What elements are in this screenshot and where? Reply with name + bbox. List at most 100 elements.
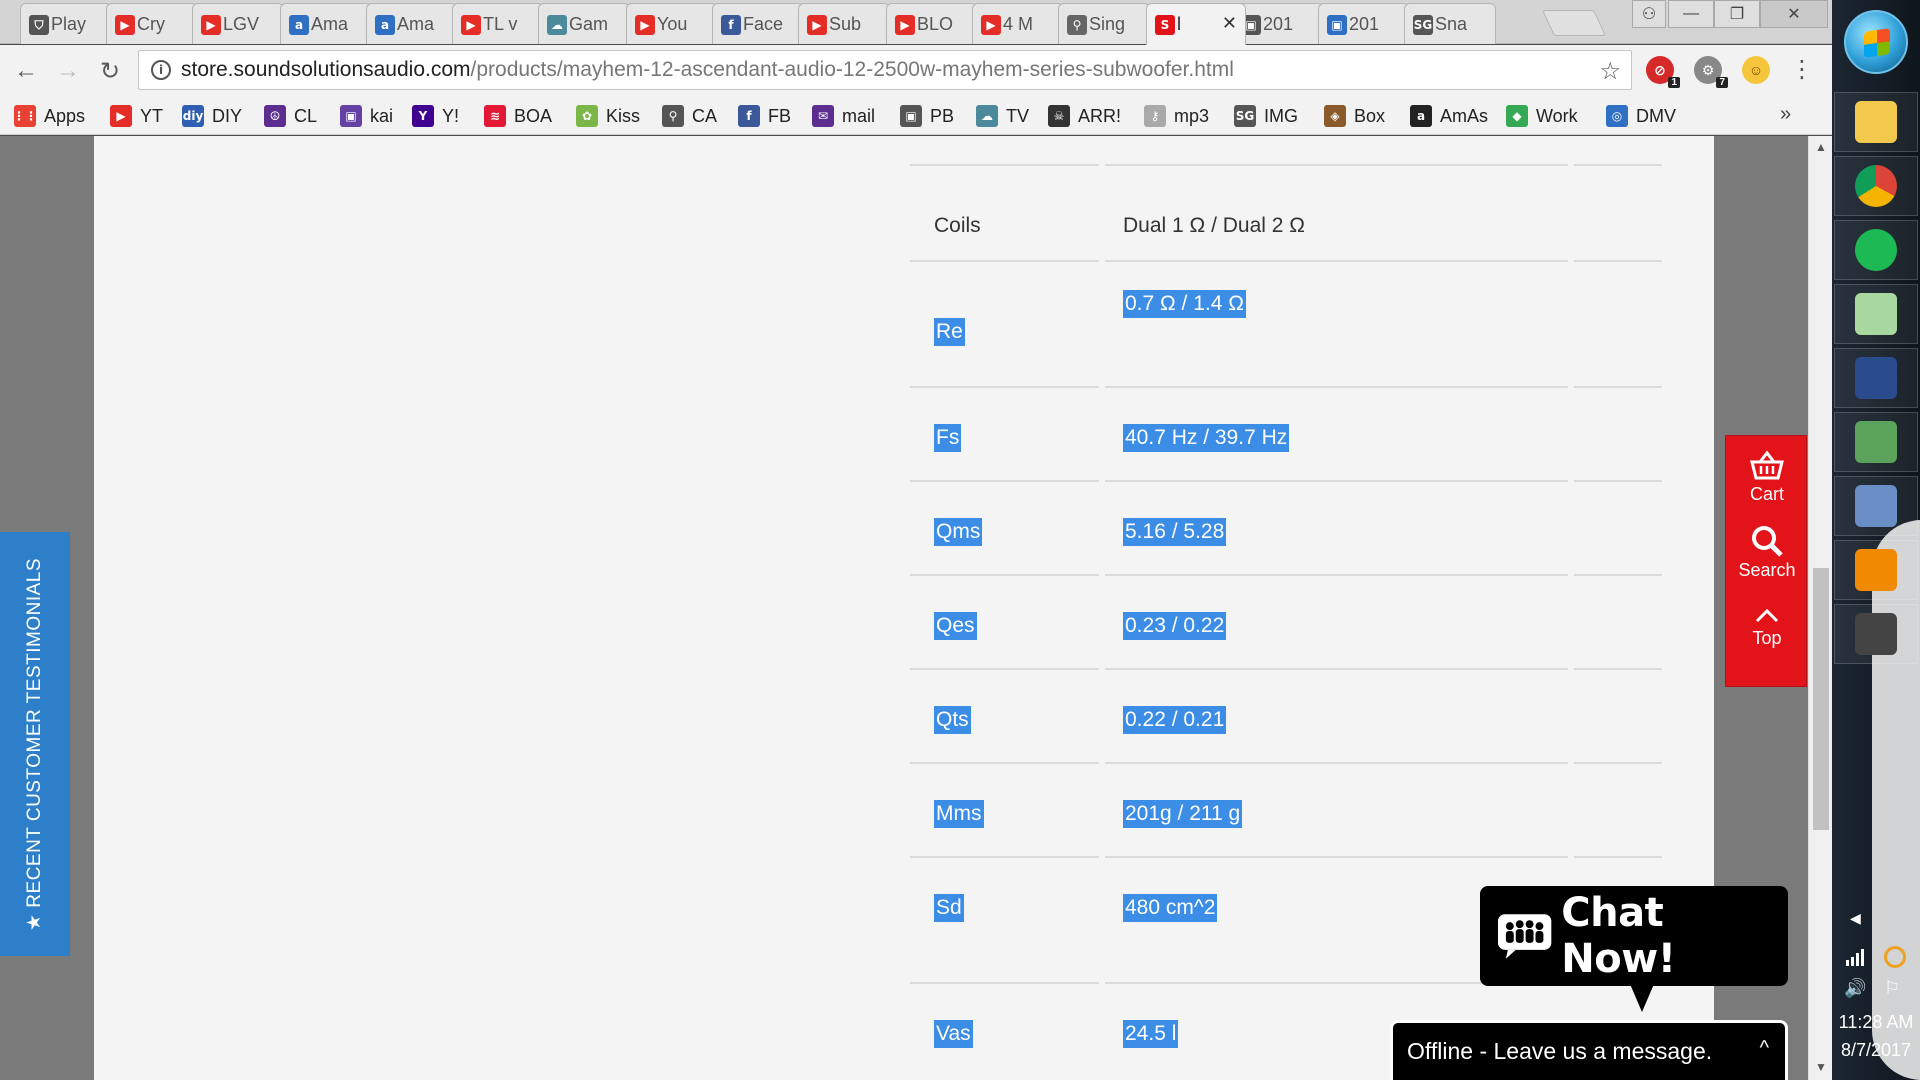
clock-time[interactable]: 11:28 AM <box>1832 1012 1920 1033</box>
bookmark-item[interactable]: ✿ Kiss <box>576 103 640 129</box>
taskbar-app[interactable] <box>1834 348 1918 408</box>
bookmark-item[interactable]: f FB <box>738 103 791 129</box>
volume-icon[interactable]: 🔊 <box>1844 978 1866 999</box>
bookmark-item[interactable]: SG IMG <box>1234 103 1298 129</box>
adblock-extension-icon[interactable]: ⊘ 1 <box>1646 56 1680 88</box>
sg-icon: SG <box>1234 105 1256 127</box>
extension-badge: 1 <box>1668 77 1680 88</box>
spec-name: Sd <box>934 894 964 922</box>
browser-tab[interactable]: ⛉ Play <box>20 3 112 44</box>
address-bar[interactable]: i store.soundsolutionsaudio.com/products… <box>138 50 1632 90</box>
bookmark-item[interactable]: ⚷ mp3 <box>1144 103 1209 129</box>
cart-button[interactable]: Cart <box>1726 450 1808 505</box>
bookmark-item[interactable]: ▣ kai <box>340 103 393 129</box>
tray-app-icon[interactable] <box>1884 946 1906 968</box>
browser-tab[interactable]: f Face <box>712 3 804 44</box>
browser-tab[interactable]: ▶ LGV <box>192 3 284 44</box>
bookmark-label: FB <box>768 105 792 126</box>
bookmark-item[interactable]: ✉ mail <box>812 103 875 129</box>
network-signal-icon[interactable] <box>1844 948 1868 966</box>
taskbar-app[interactable] <box>1834 284 1918 344</box>
reload-button[interactable]: ↻ <box>94 55 126 87</box>
bookmark-item[interactable]: ▣ PB <box>900 103 954 129</box>
taskbar-app[interactable] <box>1834 92 1918 152</box>
browser-tab[interactable]: Sl ✕ <box>1146 3 1246 45</box>
youtube-icon: ▶ <box>981 15 1001 35</box>
search-button[interactable]: Search <box>1726 524 1808 581</box>
taskbar-app[interactable] <box>1834 540 1918 600</box>
bookmark-item[interactable]: ⋮⋮ Apps <box>13 103 85 129</box>
bookmark-item[interactable]: ☠ ARR! <box>1048 103 1121 129</box>
bookmark-item[interactable]: ▶ YT <box>110 103 163 129</box>
browser-tab[interactable]: ▶ TL v <box>452 3 544 44</box>
bookmarks-overflow-button[interactable]: » <box>1780 103 1791 126</box>
tab-title: Sub <box>829 13 862 34</box>
bookmark-item[interactable]: ☮ CL <box>264 103 317 129</box>
column-gap <box>1099 260 1105 262</box>
column-gap <box>1099 164 1105 166</box>
window-close-button[interactable]: ✕ <box>1760 0 1828 28</box>
bookmark-label: CL <box>294 105 318 126</box>
browser-tab[interactable]: SG Sna <box>1404 3 1496 44</box>
extension-icon[interactable]: ⚙ 7 <box>1694 56 1728 88</box>
info-icon[interactable]: i <box>151 60 171 80</box>
emoji-extension-icon[interactable]: ☺ <box>1742 56 1770 84</box>
chevron-up-icon[interactable]: ^ <box>1760 1037 1769 1060</box>
bookmark-item[interactable]: ⚲ CA <box>662 103 717 129</box>
minimize-button[interactable]: — <box>1668 0 1714 28</box>
scroll-up-icon[interactable]: ▲ <box>1815 140 1827 154</box>
back-button[interactable]: ← <box>10 55 42 87</box>
bookmark-item[interactable]: ◆ Work <box>1506 103 1578 129</box>
diy-icon: diy <box>182 105 204 127</box>
bookmark-item[interactable]: ☁ TV <box>976 103 1029 129</box>
maps-icon: ◆ <box>1506 105 1528 127</box>
chat-now-button[interactable]: Chat Now! <box>1480 886 1788 1012</box>
action-center-flag-icon[interactable]: ⚐ <box>1884 978 1900 999</box>
taskbar-app[interactable] <box>1834 412 1918 472</box>
taskbar-app[interactable] <box>1834 476 1918 536</box>
task-manager-icon <box>1855 421 1897 463</box>
taskbar-app[interactable] <box>1834 156 1918 216</box>
kiss-icon: ✿ <box>576 105 598 127</box>
browser-tab[interactable]: ▶ Sub <box>798 3 890 44</box>
back-to-top-button[interactable]: Top <box>1726 606 1808 649</box>
browser-tab[interactable]: ▶ BLO <box>886 3 978 44</box>
bookmark-item[interactable]: a AmAs <box>1410 103 1488 129</box>
bookmark-item[interactable]: ◎ DMV <box>1606 103 1676 129</box>
tray-expand-icon[interactable]: ◀ <box>1850 910 1861 927</box>
bookmark-label: Y! <box>442 105 460 126</box>
bookmark-item[interactable]: diy DIY <box>182 103 242 129</box>
chrome-icon <box>1855 165 1897 207</box>
browser-tab[interactable]: ☁ Gam <box>538 3 630 44</box>
browser-tab[interactable]: ⚲ Sing <box>1058 3 1150 44</box>
tab-close-icon[interactable]: ✕ <box>1222 13 1237 34</box>
browser-tab[interactable]: ▣ 201 <box>1318 3 1410 44</box>
taskbar-app[interactable] <box>1834 604 1918 664</box>
bookmark-item[interactable]: ≋ BOA <box>484 103 552 129</box>
scroll-down-icon[interactable]: ▼ <box>1815 1060 1827 1074</box>
taskbar-app[interactable] <box>1834 220 1918 280</box>
start-button[interactable] <box>1844 10 1908 74</box>
maximize-button[interactable]: ❐ <box>1714 0 1760 28</box>
amazon-icon: a <box>375 15 395 35</box>
scrollbar-thumb[interactable] <box>1813 568 1829 830</box>
bookmark-item[interactable]: ◈ Box <box>1324 103 1385 129</box>
menu-icon[interactable]: ⋮ <box>1790 55 1814 84</box>
forward-button[interactable]: → <box>52 55 84 87</box>
clock-date[interactable]: 8/7/2017 <box>1832 1040 1920 1061</box>
bookmark-star-icon[interactable]: ☆ <box>1599 57 1621 86</box>
browser-tab[interactable]: a Ama <box>366 3 458 44</box>
customer-testimonials-tab[interactable]: ★ RECENT CUSTOMER TESTIMONIALS <box>0 532 70 956</box>
chat-offline-bar[interactable]: Offline - Leave us a message. ^ <box>1390 1020 1788 1080</box>
browser-tab[interactable]: ▶ 4 M <box>972 3 1064 44</box>
browser-tab[interactable]: a Ama <box>280 3 372 44</box>
page-scrollbar[interactable]: ▲ ▼ <box>1808 136 1832 1080</box>
browser-tab[interactable]: ▶ Cry <box>106 3 198 44</box>
spec-value: 0.22 / 0.21 <box>1123 706 1227 734</box>
bookmark-item[interactable]: Y Y! <box>412 103 459 129</box>
page-viewport: Coils Dual 1 Ω / Dual 2 Ω Re 0.7 Ω / 1.4 Ω F… <box>0 136 1808 1080</box>
ssa-logo-icon: S <box>1155 15 1175 35</box>
browser-tab[interactable]: ▶ You <box>626 3 718 44</box>
spec-row: Re 0.7 Ω / 1.4 Ω <box>910 260 1662 386</box>
profile-button[interactable]: ⚇ <box>1632 0 1666 28</box>
